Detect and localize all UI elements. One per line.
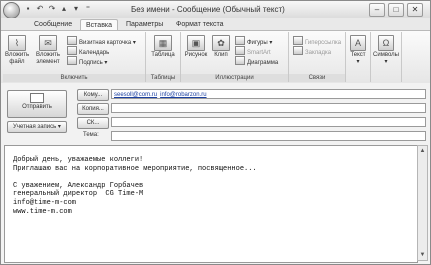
title-bar: ▪ ↶ ↷ ▴ ▾ ⁼ Без имени - Сообщение (Обычн… [1,1,430,19]
cc-button[interactable]: Копия... [77,103,109,115]
to-recipient-1[interactable]: seesoll@com.ru [114,92,157,98]
globe-icon [293,36,303,45]
chart-icon [235,56,245,65]
arrow-down-icon[interactable]: ▾ [71,4,81,14]
attach-item-label: Вложить элемент [35,52,61,65]
cc-field[interactable] [111,103,426,113]
body-text: Добрый день, уважаемые коллеги! Приглаша… [13,156,257,216]
group-links-label: Связи [289,74,345,82]
dropdown-icon[interactable]: ⁼ [83,4,93,14]
to-button[interactable]: Кому... [77,89,109,101]
message-window: ▪ ↶ ↷ ▴ ▾ ⁼ Без имени - Сообщение (Обычн… [0,0,431,265]
bookmark-icon [293,46,303,55]
signature-label: Подпись [79,60,103,66]
text-box-icon: A [350,35,366,51]
picture-button[interactable]: ▣ Рисунок [184,35,208,59]
chart-label: Диаграмма [247,60,279,66]
group-links: Гиперссылка Закладка Связи [289,32,346,82]
tab-options[interactable]: Параметры [121,19,168,30]
window-title: Без имени - Сообщение (Обычный текст) [131,5,285,14]
smartart-icon [235,46,245,55]
minimize-button[interactable]: – [369,3,385,17]
attach-file-button[interactable]: ⌇ Вложить файл [5,35,29,66]
clip-label: Клип [214,52,228,58]
bcc-button[interactable]: СК... [77,117,109,129]
arrow-up-icon[interactable]: ▴ [59,4,69,14]
table-button[interactable]: ▦ Таблица [149,35,177,59]
paperclip-icon: ⌇ [8,35,26,51]
body-line: www.time-m.com [13,207,72,216]
clip-icon: ✿ [212,35,230,51]
message-body[interactable]: Добрый день, уважаемые коллеги! Приглаша… [4,145,418,263]
calendar-icon [67,46,77,55]
envelope-icon: ✉ [39,35,57,51]
ribbon: ⌇ Вложить файл ✉ Вложить элемент Визитна… [1,30,430,84]
undo-icon[interactable]: ↶ [35,4,45,14]
table-icon: ▦ [154,35,172,51]
symbols-dropdown-icon: ▾ [384,59,388,65]
bookmark-button[interactable]: Закладка [293,46,331,57]
account-label: Учетная запись [13,124,57,130]
ribbon-tabs: Сообщение Вставка Параметры Формат текст… [1,18,430,31]
close-button[interactable]: ✕ [407,3,423,17]
tab-format-text[interactable]: Формат текста [171,19,229,30]
text-dropdown-icon: ▾ [356,59,360,65]
group-tables-label: Таблицы [146,74,180,82]
vertical-scrollbar[interactable]: ▲ ▼ [417,145,428,261]
signature-icon [67,56,77,65]
account-button[interactable]: Учетная запись ▾ [7,121,67,133]
to-field[interactable]: seesoll@com.ru info@robarzon.ru [111,89,426,99]
text-label: Текст [350,52,366,58]
office-button[interactable] [3,2,20,19]
send-label: Отправить [22,104,52,110]
symbols-button[interactable]: Ω Символы ▾ [373,35,399,66]
omega-icon: Ω [378,35,394,51]
body-line [13,173,257,182]
body-line: генеральный директор CG Time-M [13,190,144,199]
card-icon [67,36,77,45]
scroll-up-icon[interactable]: ▲ [419,147,426,155]
group-include-label: Включить [3,74,145,82]
to-recipient-2[interactable]: info@robarzon.ru [160,92,206,98]
table-label: Таблица [151,52,175,58]
symbols-label: Символы [373,52,399,58]
picture-label: Рисунок [184,52,208,58]
clip-button[interactable]: ✿ Клип [211,35,231,59]
attach-item-button[interactable]: ✉ Вложить элемент [33,35,63,66]
maximize-button[interactable]: □ [388,3,404,17]
group-include: ⌇ Вложить файл ✉ Вложить элемент Визитна… [3,32,146,82]
group-tables: ▦ Таблица Таблицы [146,32,181,82]
bookmark-label: Закладка [305,50,332,56]
body-line: Добрый день, уважаемые коллеги! [13,156,144,164]
body-line: Приглашаю вас на корпоративное мероприят… [13,164,257,173]
body-line: info@time-m-com [13,198,77,207]
subject-label: Тема: [83,132,99,138]
group-text: A Текст ▾ [346,32,371,82]
picture-icon: ▣ [187,35,205,51]
attach-file-label: Вложить файл [5,52,30,65]
subject-field[interactable] [111,131,426,141]
chart-button[interactable]: Диаграмма [235,56,278,67]
send-envelope-icon [30,93,44,103]
signature-button[interactable]: Подпись ▾ [67,56,107,67]
address-area: Отправить Учетная запись ▾ Кому... seeso… [1,83,430,145]
group-symbols: Ω Символы ▾ [371,32,402,82]
redo-icon[interactable]: ↷ [47,4,57,14]
group-illustrations: ▣ Рисунок ✿ Клип Фигуры ▾ SmartArt Диагр… [181,32,289,82]
text-button[interactable]: A Текст ▾ [349,35,367,66]
shapes-icon [235,36,245,45]
tab-message[interactable]: Сообщение [29,19,77,30]
save-icon[interactable]: ▪ [23,4,33,14]
bcc-field[interactable] [111,117,426,127]
send-button[interactable]: Отправить [7,90,67,118]
group-illustrations-label: Иллюстрации [181,74,288,82]
scroll-down-icon[interactable]: ▼ [419,251,426,259]
